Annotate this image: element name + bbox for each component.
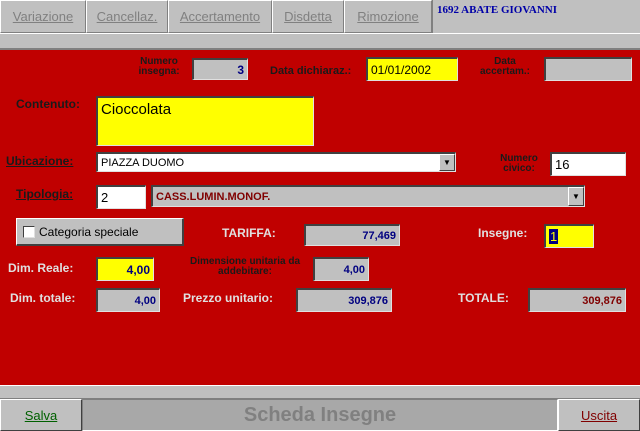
form-title: Scheda Insegne (82, 399, 558, 431)
salva-label: Salva (24, 407, 58, 423)
insegne-label: Insegne: (478, 226, 528, 240)
form-panel: Numero insegna: 3 Data dichiaraz.: 01/01… (0, 49, 640, 385)
tipologia-code-field[interactable]: 2 (96, 185, 146, 209)
cancellaz-button[interactable]: Cancellaz. (86, 0, 168, 33)
dim-reale-label: Dim. Reale: (8, 261, 74, 275)
accertamento-button[interactable]: Accertamento (168, 0, 272, 33)
totale-label: TOTALE: (458, 291, 509, 305)
contenuto-label: Contenuto: (16, 97, 80, 111)
data-dichiaraz-label: Data dichiaraz.: (270, 65, 352, 77)
bottom-toolbar: Salva Scheda Insegne Uscita (0, 399, 640, 431)
user-name: 1692 ABATE GIOVANNI (432, 0, 640, 33)
prezzo-unitario-field[interactable]: 309,876 (296, 288, 392, 312)
dim-totale-field[interactable]: 4,00 (96, 288, 160, 312)
numero-insegna-label: Numero insegna: (138, 56, 180, 77)
tipologia-desc: CASS.LUMIN.MONOF. (156, 190, 271, 203)
numero-civico-field[interactable]: 16 (550, 152, 626, 176)
top-strip (0, 33, 640, 49)
insegne-value: 1 (549, 229, 559, 244)
dim-totale-label: Dim. totale: (10, 291, 76, 305)
ubicazione-select[interactable]: PIAZZA DUOMO ▼ (96, 152, 456, 172)
tipologia-select[interactable]: CASS.LUMIN.MONOF. ▼ (151, 185, 585, 207)
top-toolbar: Variazione Cancellaz. Accertamento Disde… (0, 0, 640, 33)
data-accertam-field[interactable] (544, 57, 632, 81)
numero-insegna-field[interactable]: 3 (192, 58, 248, 80)
salva-button[interactable]: Salva (0, 399, 82, 431)
tariffa-field[interactable]: 77,469 (304, 224, 400, 246)
data-accertam-label: Data accertam.: (479, 56, 531, 77)
tariffa-label: TARIFFA: (222, 226, 276, 240)
disdetta-button[interactable]: Disdetta (272, 0, 344, 33)
uscita-button[interactable]: Uscita (558, 399, 640, 431)
tipologia-label[interactable]: Tipologia: (16, 187, 73, 201)
contenuto-textarea[interactable]: Cioccolata (96, 96, 314, 146)
chevron-down-icon[interactable]: ▼ (568, 187, 584, 206)
dim-unitaria-field[interactable]: 4,00 (313, 257, 369, 281)
dim-reale-field[interactable]: 4,00 (96, 257, 154, 281)
uscita-label: Uscita (580, 407, 618, 423)
ubicazione-value: PIAZZA DUOMO (101, 156, 185, 169)
categoria-speciale-label: Categoria speciale (39, 224, 139, 239)
variazione-button[interactable]: Variazione (0, 0, 86, 33)
rimozione-button[interactable]: Rimozione (344, 0, 432, 33)
ubicazione-label[interactable]: Ubicazione: (6, 154, 73, 168)
data-dichiaraz-field[interactable]: 01/01/2002 (366, 57, 458, 81)
numero-civico-label: Numero civico: (500, 153, 538, 174)
chevron-down-icon[interactable]: ▼ (439, 154, 455, 171)
categoria-speciale-checkbox[interactable]: Categoria speciale (16, 218, 184, 246)
insegne-field[interactable]: 1 (544, 224, 594, 248)
checkbox-box[interactable] (23, 225, 35, 238)
bottom-strip (0, 385, 640, 399)
totale-field[interactable]: 309,876 (528, 288, 626, 312)
prezzo-unitario-label: Prezzo unitario: (183, 291, 274, 305)
dim-unitaria-label: Dimensione unitaria da addebitare: (189, 256, 301, 277)
